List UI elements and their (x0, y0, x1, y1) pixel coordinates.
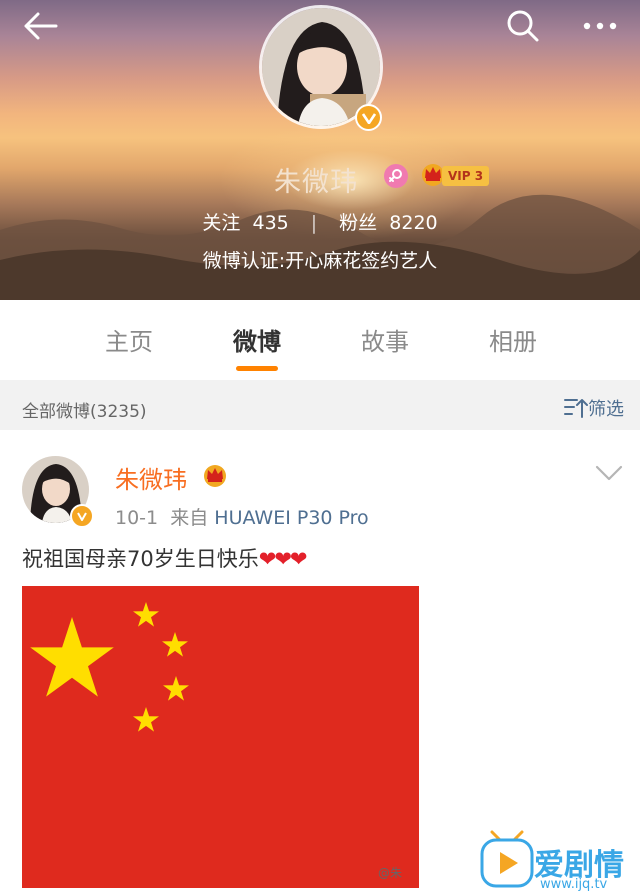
post-source[interactable]: HUAWEI P30 Pro (214, 507, 368, 529)
verified-v-icon (355, 104, 382, 131)
verified-v-icon (70, 504, 94, 528)
followers-stat[interactable]: 粉丝 8220 (339, 208, 437, 235)
post-text: 祝祖国母亲70岁生日快乐❤❤❤ (22, 543, 308, 573)
followers-label: 粉丝 (339, 212, 378, 234)
female-icon (384, 164, 408, 188)
name-row: 朱微玮 VIP 3 (0, 156, 640, 198)
profile-username: 朱微玮 (274, 167, 358, 198)
vip-badge[interactable]: VIP 3 (442, 166, 490, 186)
all-posts-count[interactable]: 全部微博(3235) (22, 397, 147, 422)
filter-bar: 全部微博(3235) 筛选 (0, 380, 640, 430)
post-image-flag[interactable] (22, 586, 419, 888)
following-stat[interactable]: 关注 435 (202, 208, 288, 235)
post-text-content: 祝祖国母亲70岁生日快乐 (22, 547, 259, 571)
heart-emoji: ❤❤❤ (258, 547, 308, 571)
back-arrow-icon[interactable] (20, 6, 60, 46)
tab-home[interactable]: 主页 (84, 322, 174, 357)
post-card: 朱微玮 10-1 来自 HUAWEI P30 Pro 祝祖国母亲70岁生日快乐❤… (0, 430, 640, 895)
profile-tabs: 主页 微博 故事 相册 (0, 300, 640, 380)
profile-header: 朱微玮 VIP 3 关注 435 | 粉丝 8220 微博认证:开心麻花签约艺人 (0, 0, 640, 300)
tab-album[interactable]: 相册 (468, 322, 558, 357)
more-dots-icon[interactable] (580, 6, 620, 46)
following-label: 关注 (202, 212, 241, 234)
tab-weibo[interactable]: 微博 (212, 322, 302, 357)
follow-stats: 关注 435 | 粉丝 8220 (0, 208, 640, 235)
post-author[interactable]: 朱微玮 (115, 460, 187, 495)
stats-divider: | (310, 212, 318, 234)
post-date: 10-1 (115, 507, 159, 529)
search-icon[interactable] (503, 6, 543, 46)
post-from-label: 来自 (170, 507, 209, 529)
header-mountains (0, 194, 640, 300)
active-tab-indicator (236, 366, 278, 371)
chevron-down-icon[interactable] (594, 464, 624, 486)
tab-stories[interactable]: 故事 (340, 322, 430, 357)
site-watermark-url: www.ijq.tv (540, 877, 608, 892)
verification-text: 微博认证:开心麻花签约艺人 (202, 250, 438, 272)
post-meta: 10-1 来自 HUAWEI P30 Pro (115, 503, 369, 530)
following-count: 435 (252, 212, 289, 234)
filter-icon (564, 399, 588, 418)
image-watermark: @朱 (378, 866, 403, 880)
filter-button[interactable]: 筛选 (564, 395, 624, 421)
filter-label: 筛选 (588, 399, 624, 420)
crown-icon (202, 462, 228, 492)
followers-count: 8220 (389, 212, 438, 234)
